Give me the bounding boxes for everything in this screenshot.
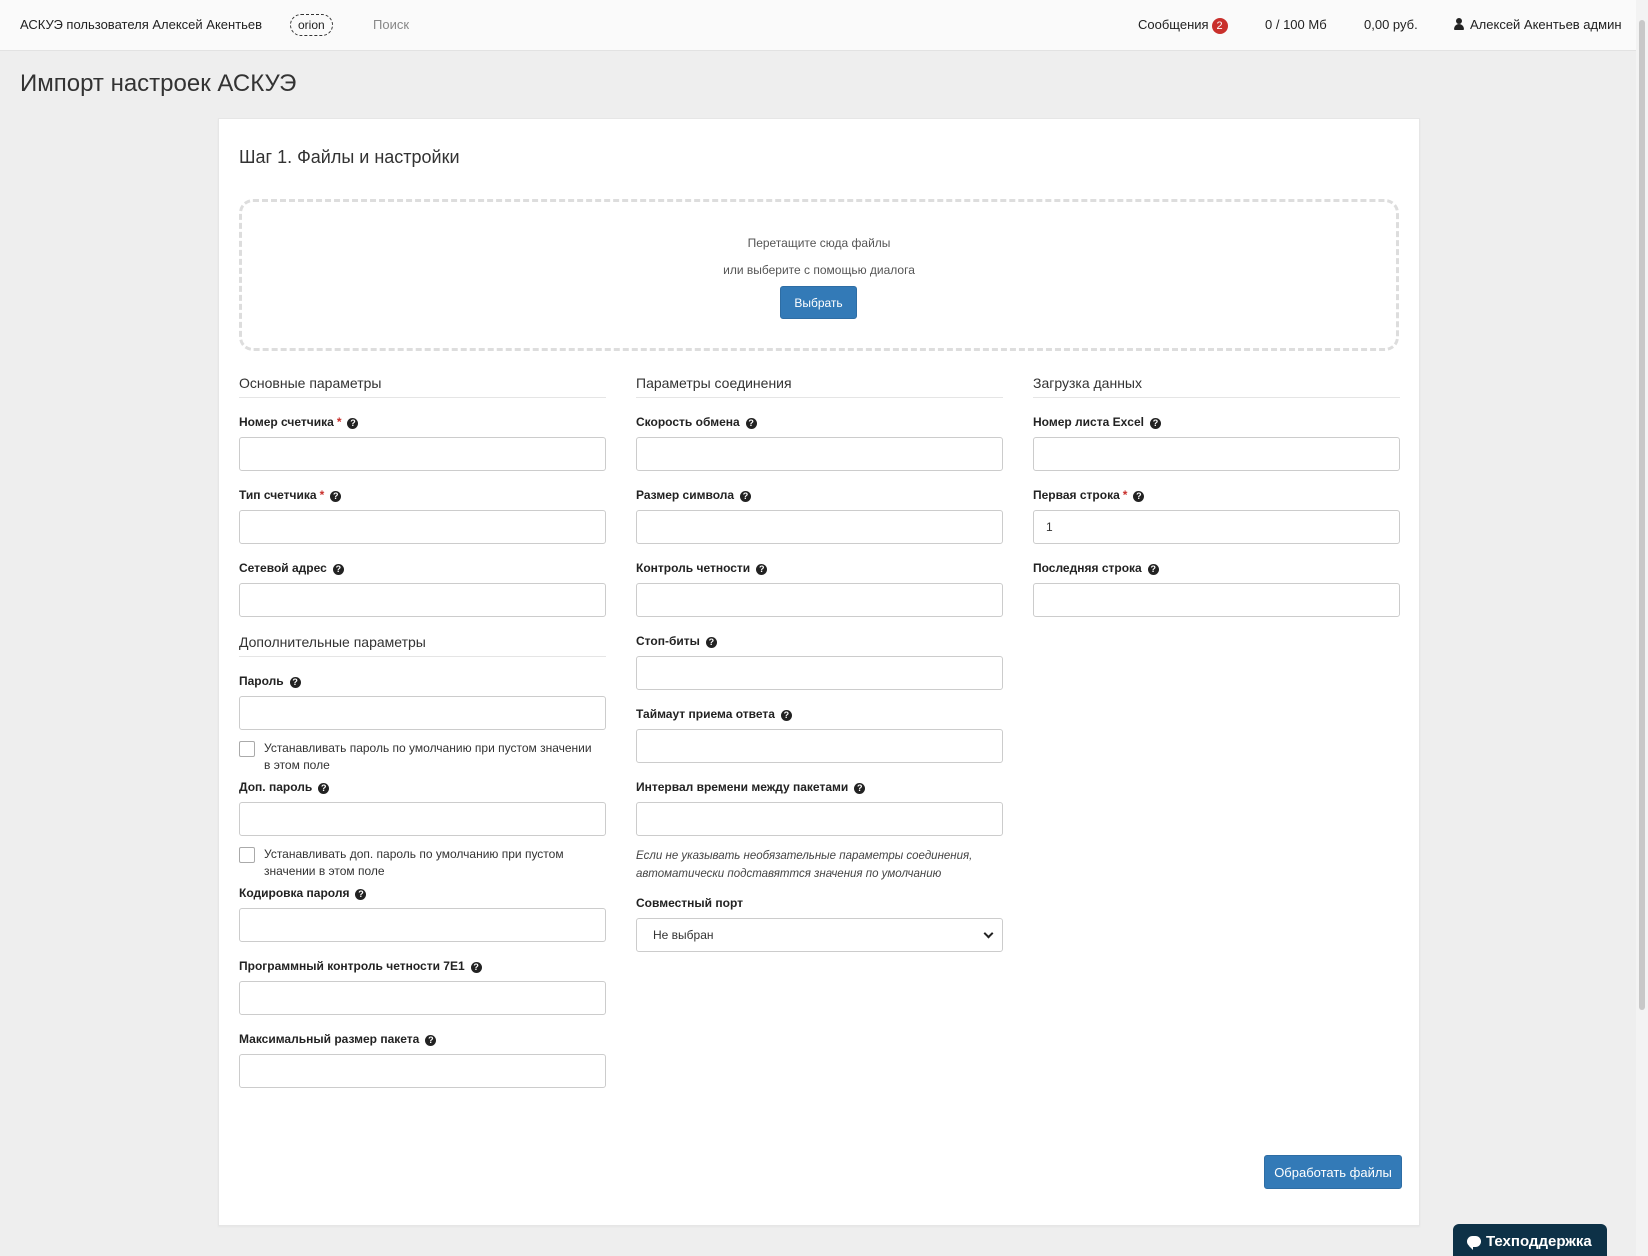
network-address-label: Сетевой адрес? [239, 561, 606, 575]
connection-params-title: Параметры соединения [636, 375, 1003, 398]
meter-type-label: Тип счетчика *? [239, 488, 606, 502]
max-packet-input[interactable] [239, 1054, 606, 1088]
password-default-checkbox[interactable] [239, 741, 255, 757]
meter-number-label: Номер счетчика *? [239, 415, 606, 429]
help-icon[interactable]: ? [318, 783, 330, 794]
password-default-option[interactable]: Устанавливать пароль по умолчанию при пу… [239, 738, 606, 774]
required-mark: * [319, 488, 325, 502]
messages-link[interactable]: Сообщения 2 [1138, 17, 1228, 34]
shared-port-value: Не выбран [653, 928, 714, 942]
last-row-label: Последняя строка? [1033, 561, 1400, 575]
interval-input[interactable] [636, 802, 1003, 836]
extra-password-label: Доп. пароль? [239, 780, 606, 794]
dropzone-subhint: или выберите с помощью диалога [723, 263, 915, 277]
messages-count-badge: 2 [1211, 18, 1228, 34]
user-name: Алексей Акентьев админ [1470, 17, 1622, 32]
required-mark: * [1122, 488, 1128, 502]
step-title: Шаг 1. Файлы и настройки [239, 147, 460, 167]
extra-password-input[interactable] [239, 802, 606, 836]
file-dropzone[interactable]: Перетащите сюда файлы или выберите с пом… [239, 199, 1399, 351]
baud-rate-label: Скорость обмена? [636, 415, 1003, 429]
char-size-label: Размер символа? [636, 488, 1003, 502]
password-input[interactable] [239, 696, 606, 730]
upload-params-column: Загрузка данных Номер листа Excel? Перва… [1033, 375, 1400, 634]
basic-params-column: Основные параметры Номер счетчика *? Тип … [239, 375, 606, 1105]
support-label: Техподдержка [1486, 1233, 1592, 1250]
stop-bits-input[interactable] [636, 656, 1003, 690]
help-icon[interactable]: ? [332, 564, 344, 575]
help-icon[interactable]: ? [355, 889, 367, 900]
help-icon[interactable]: ? [1147, 564, 1159, 575]
help-icon[interactable]: ? [854, 783, 866, 794]
import-card: Шаг 1. Файлы и настройки Перетащите сюда… [218, 118, 1420, 1226]
help-icon[interactable]: ? [470, 962, 482, 973]
user-menu[interactable]: Алексей Акентьев админ [1454, 17, 1622, 32]
process-files-button[interactable]: Обработать файлы [1264, 1155, 1402, 1189]
support-chat-button[interactable]: Техподдержка [1453, 1224, 1607, 1256]
help-icon[interactable]: ? [330, 491, 342, 502]
upload-params-title: Загрузка данных [1033, 375, 1400, 398]
help-icon[interactable]: ? [289, 677, 301, 688]
max-packet-label: Максимальный размер пакета? [239, 1032, 606, 1046]
help-icon[interactable]: ? [1133, 491, 1145, 502]
extra-params-title: Дополнительные параметры [239, 634, 606, 657]
baud-rate-input[interactable] [636, 437, 1003, 471]
extra-password-default-option[interactable]: Устанавливать доп. пароль по умолчанию п… [239, 844, 606, 880]
help-icon[interactable]: ? [756, 564, 768, 575]
chevron-down-icon [983, 928, 994, 939]
scrollbar-thumb[interactable] [1639, 20, 1645, 1010]
user-icon [1454, 18, 1464, 30]
connection-params-column: Параметры соединения Скорость обмена? Ра… [636, 375, 1003, 952]
help-icon[interactable]: ? [425, 1035, 437, 1046]
timeout-input[interactable] [636, 729, 1003, 763]
parity-input[interactable] [636, 583, 1003, 617]
help-icon[interactable]: ? [1149, 418, 1161, 429]
first-row-input[interactable] [1033, 510, 1400, 544]
interval-label: Интервал времени между пакетами? [636, 780, 1003, 794]
help-icon[interactable]: ? [780, 710, 792, 721]
help-icon[interactable]: ? [740, 491, 752, 502]
parity-7e1-label: Программный контроль четности 7E1? [239, 959, 606, 973]
page-scrollbar[interactable] [1636, 0, 1648, 1256]
storage-usage[interactable]: 0 / 100 Мб [1265, 17, 1327, 32]
required-mark: * [336, 415, 342, 429]
top-navbar: АСКУЭ пользователя Алексей Акентьев orio… [0, 0, 1636, 51]
shared-port-select[interactable]: Не выбран [636, 918, 1003, 952]
basic-params-title: Основные параметры [239, 375, 606, 398]
messages-label: Сообщения [1138, 17, 1209, 32]
meter-number-input[interactable] [239, 437, 606, 471]
password-encoding-input[interactable] [239, 908, 606, 942]
brand-link[interactable]: АСКУЭ пользователя Алексей Акентьев [20, 17, 262, 32]
first-row-label: Первая строка *? [1033, 488, 1400, 502]
help-icon[interactable]: ? [347, 418, 359, 429]
password-label: Пароль? [239, 674, 606, 688]
page-title: Импорт настроек АСКУЭ [20, 70, 297, 97]
last-row-input[interactable] [1033, 583, 1400, 617]
extra-password-default-checkbox[interactable] [239, 847, 255, 863]
stop-bits-label: Стоп-биты? [636, 634, 1003, 648]
timeout-label: Таймаут приема ответа? [636, 707, 1003, 721]
dropzone-hint: Перетащите сюда файлы [747, 236, 891, 250]
network-address-input[interactable] [239, 583, 606, 617]
password-encoding-label: Кодировка пароля? [239, 886, 606, 900]
chat-icon [1467, 1236, 1481, 1250]
connection-hint: Если не указывать необязательные парамет… [636, 850, 973, 880]
sheet-number-input[interactable] [1033, 437, 1400, 471]
help-icon[interactable]: ? [705, 637, 717, 648]
parity-label: Контроль четности? [636, 561, 1003, 575]
sheet-number-label: Номер листа Excel? [1033, 415, 1400, 429]
extra-password-default-text: Устанавливать доп. пароль по умолчанию п… [264, 847, 564, 878]
parity-7e1-input[interactable] [239, 981, 606, 1015]
meter-type-input[interactable] [239, 510, 606, 544]
search-link[interactable]: Поиск [373, 17, 409, 32]
choose-files-button[interactable]: Выбрать [780, 286, 857, 319]
balance[interactable]: 0,00 руб. [1364, 17, 1418, 32]
char-size-input[interactable] [636, 510, 1003, 544]
account-tag[interactable]: orion [290, 14, 333, 36]
help-icon[interactable]: ? [745, 418, 757, 429]
password-default-text: Устанавливать пароль по умолчанию при пу… [264, 741, 592, 772]
shared-port-label: Совместный порт [636, 896, 743, 910]
